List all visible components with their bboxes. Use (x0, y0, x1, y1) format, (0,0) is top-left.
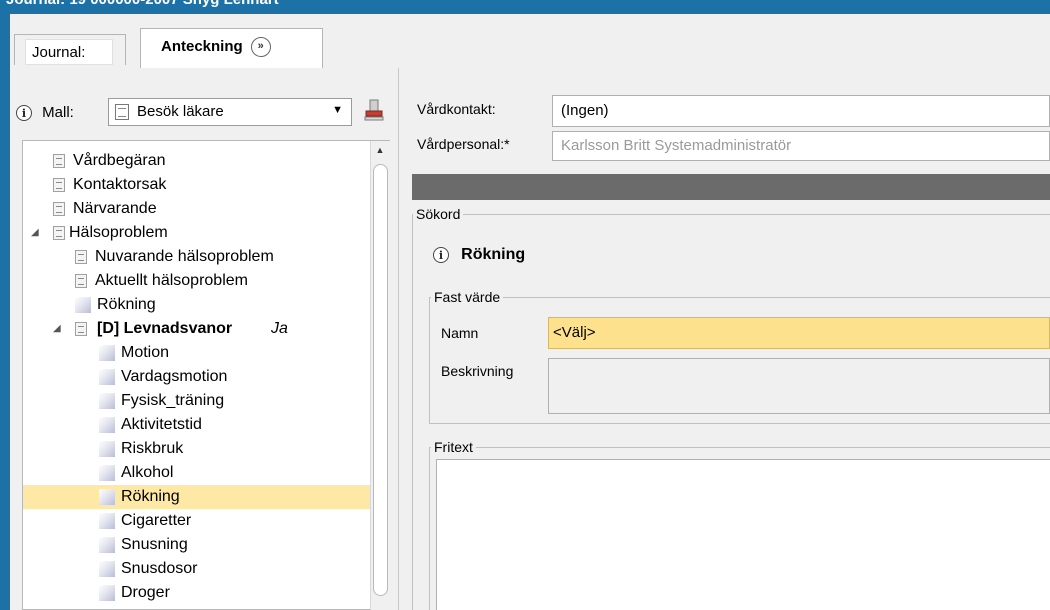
note-icon (53, 202, 65, 216)
tree-item-alkohol[interactable]: Alkohol (23, 461, 371, 485)
tab-anteckning-label: Anteckning (161, 38, 243, 55)
window-left-border (0, 14, 10, 610)
keyword-icon (99, 489, 115, 505)
mall-label: Mall: (42, 104, 74, 121)
tree-item-vardagsmotion[interactable]: Vardagsmotion (23, 365, 371, 389)
info-icon[interactable]: i (433, 247, 449, 264)
collapse-arrow-icon[interactable]: ◢ (31, 221, 39, 245)
double-chevron-icon[interactable]: » (250, 37, 271, 58)
tree-item-label: Snusning (121, 536, 188, 553)
mall-row: i Mall: (16, 100, 74, 126)
stamp-icon (364, 99, 384, 121)
mall-select-value: Besök läkare (137, 103, 224, 120)
tree-item-levnadsvanor[interactable]: ◢ [D] Levnadsvanor Ja (23, 317, 371, 341)
fast-varde-label: Fast värde (431, 289, 504, 305)
sokord-label: Sökord (413, 206, 464, 222)
tree-item-rokning[interactable]: Rökning (23, 293, 371, 317)
keyword-icon (99, 441, 115, 457)
tree-item-value: Ja (271, 320, 288, 337)
tree-item-label: Droger (121, 584, 170, 601)
beskrivning-label: Beskrivning (441, 363, 514, 379)
tree-item-vardbegaran[interactable]: Vårdbegäran (23, 149, 371, 173)
tree-item-label: Vårdbegäran (73, 152, 166, 169)
vardkontakt-field[interactable]: (Ingen) (552, 95, 1050, 127)
template-document-icon (115, 104, 129, 120)
vardpersonal-field[interactable]: Karlsson Britt Systemadministratör (552, 131, 1050, 161)
section-header-bar (412, 174, 1050, 200)
tab-journal-label: Journal: (25, 39, 113, 65)
tree-item-narvarande[interactable]: Närvarande (23, 197, 371, 221)
keyword-icon (99, 585, 115, 601)
keyword-icon (99, 561, 115, 577)
tree-item-aktivitetstid[interactable]: Aktivitetstid (23, 413, 371, 437)
tree-item-label: Motion (121, 344, 170, 361)
tree-scrollbar-thumb[interactable] (373, 164, 388, 596)
note-icon (75, 322, 87, 336)
tree-item-label: Riskbruk (121, 440, 184, 457)
tree-item-label: Aktuellt hälsoproblem (95, 272, 248, 289)
tree-item-kontaktorsak[interactable]: Kontaktorsak (23, 173, 371, 197)
stamp-button[interactable] (362, 98, 386, 124)
term-title: Rökning (461, 246, 526, 264)
tree-item-cigaretter[interactable]: Cigaretter (23, 509, 371, 533)
namn-label: Namn (441, 325, 479, 341)
tree-item-label: Rökning (97, 296, 156, 313)
window-title: Journal: 19 000000-2007 Shyg Lennart (6, 0, 279, 8)
tree-item-label: Cigaretter (121, 512, 192, 529)
tree-item-riskbruk[interactable]: Riskbruk (23, 437, 371, 461)
collapse-arrow-icon[interactable]: ◢ (53, 317, 61, 341)
tree-item-snusning[interactable]: Snusning (23, 533, 371, 557)
keyword-icon (99, 513, 115, 529)
namn-select[interactable]: <Välj> (548, 317, 1050, 349)
scroll-up-arrow-icon[interactable]: ▲ (374, 145, 386, 157)
note-icon (75, 274, 87, 288)
mall-template-select[interactable]: Besök läkare ▼ (108, 98, 352, 126)
keyword-icon (75, 297, 91, 313)
keyword-icon (99, 369, 115, 385)
info-icon[interactable]: i (16, 105, 32, 122)
template-tree[interactable]: Vårdbegäran Kontaktorsak Närvarande ◢ Hä… (22, 140, 390, 610)
keyword-icon (99, 393, 115, 409)
vardpersonal-label: Vårdpersonal:* (417, 136, 510, 152)
note-icon (53, 154, 65, 168)
tree-item-label: Vardagsmotion (121, 368, 228, 385)
fritext-textarea[interactable] (436, 459, 1050, 610)
beskrivning-field (548, 358, 1050, 414)
tree-item-label: Rökning (121, 488, 180, 505)
keyword-icon (99, 345, 115, 361)
tab-strip: Journal: Anteckning » (10, 14, 1050, 69)
note-icon (53, 178, 65, 192)
tree-item-aktuellt-halsoproblem[interactable]: Aktuellt hälsoproblem (23, 269, 371, 293)
tree-item-halsoproblem[interactable]: ◢ Hälsoproblem (23, 221, 371, 245)
window-titlebar: Journal: 19 000000-2007 Shyg Lennart (0, 0, 1050, 14)
tree-item-label: Snusdosor (121, 560, 198, 577)
tree-item-label: Nuvarande hälsoproblem (95, 248, 274, 265)
term-header: i Rökning (433, 245, 525, 265)
vardkontakt-label: Vårdkontakt: (417, 101, 496, 117)
fritext-label: Fritext (431, 439, 476, 455)
tree-item-label: Aktivitetstid (121, 416, 202, 433)
tree-item-label: Fysisk_träning (121, 392, 225, 409)
note-group-icon (53, 226, 65, 240)
tree-item-label: Närvarande (73, 200, 157, 217)
keyword-icon (99, 465, 115, 481)
tab-anteckning[interactable]: Anteckning » (140, 28, 323, 68)
tree-item-droger[interactable]: Droger (23, 581, 371, 605)
tree-item-rokning-selected[interactable]: Rökning (23, 485, 371, 509)
tree-item-label: Hälsoproblem (69, 224, 168, 241)
keyword-icon (99, 537, 115, 553)
tree-item-label: [D] Levnadsvanor (97, 320, 233, 337)
note-icon (75, 250, 87, 264)
dropdown-arrow-icon[interactable]: ▼ (332, 104, 343, 116)
tree-item-snusdosor[interactable]: Snusdosor (23, 557, 371, 581)
tree-item-label: Alkohol (121, 464, 174, 481)
keyword-icon (99, 417, 115, 433)
tree-item-nuvarande-halsoproblem[interactable]: Nuvarande hälsoproblem (23, 245, 371, 269)
tree-item-motion[interactable]: Motion (23, 341, 371, 365)
tree-item-label: Kontaktorsak (73, 176, 167, 193)
tab-journal[interactable]: Journal: (14, 34, 126, 65)
tree-item-fysisk-traning[interactable]: Fysisk_träning (23, 389, 371, 413)
